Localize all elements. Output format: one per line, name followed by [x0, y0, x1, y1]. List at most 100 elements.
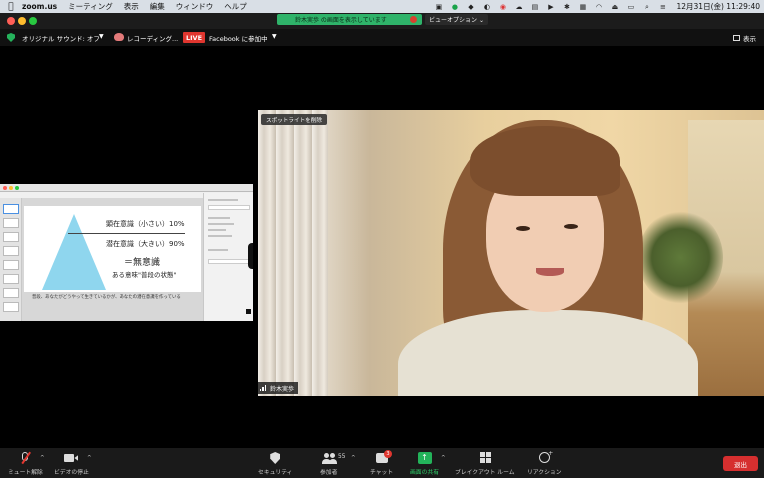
slide-text-subconscious: 潜在意識（大きい）90%	[106, 240, 185, 248]
chat-label: チャット	[370, 470, 394, 476]
panel-line	[208, 235, 232, 237]
slide-thumbnail	[3, 302, 19, 312]
breakout-rooms-button[interactable]: ブレイクアウト ルーム	[455, 452, 515, 476]
menu-meeting[interactable]: ミーティング	[68, 1, 113, 12]
control-center-icon[interactable]: ≡	[658, 3, 667, 11]
original-sound-label[interactable]: オリジナル サウンド: オフ	[22, 33, 100, 43]
shared-zoom-dot	[15, 186, 19, 190]
slide-thumbnail	[3, 246, 19, 256]
panel-field	[208, 259, 250, 264]
share-screen-label: 画面の共有	[410, 470, 439, 476]
audio-options-chevron-icon[interactable]: ^	[40, 455, 45, 461]
meeting-status-bar: オリジナル サウンド: オフ ▼ レコーディング... LIVE Faceboo…	[0, 29, 764, 46]
shared-minimize-dot	[9, 186, 13, 190]
background-plant	[638, 210, 723, 305]
dropbox-icon[interactable]: ◆	[466, 3, 475, 11]
speaker-eye	[516, 226, 530, 231]
green-status-icon[interactable]: ●	[450, 3, 459, 11]
speaker-bangs	[470, 126, 620, 196]
background-curtain	[258, 110, 328, 396]
presentation-slide: 顕在意識（小さい）10% 潜在意識（大きい）90% ＝無意識 ある意味"普段の状…	[24, 206, 201, 292]
menu-help[interactable]: ヘルプ	[224, 1, 247, 12]
menu-window[interactable]: ウィンドウ	[176, 1, 214, 12]
live-stream-label[interactable]: Facebook に参加中	[209, 33, 268, 43]
panel-line	[208, 229, 226, 231]
slide-caption: 普段、あなたがどうやって生きているかが、あなたの潜在意識を作っている	[32, 295, 181, 300]
live-badge[interactable]: LIVE	[183, 32, 205, 43]
fullscreen-window-button[interactable]	[29, 16, 37, 25]
view-options-button[interactable]: ビューオプション ⌄	[425, 14, 488, 25]
cloud-recording-icon[interactable]	[114, 33, 124, 41]
signal-strength-icon	[260, 385, 267, 391]
unmute-button[interactable]: ミュート解除	[8, 451, 43, 476]
slide-thumbnails	[0, 198, 22, 321]
menu-app-zoom[interactable]: zoom.us	[22, 2, 57, 11]
slide-text-unconscious: ＝無意識	[124, 258, 161, 268]
menubar-clock[interactable]: 12月31日(金) 11:29:40	[676, 1, 760, 12]
microphone-muted-icon	[17, 451, 33, 465]
chevron-down-icon[interactable]: ▼	[99, 33, 104, 40]
mic-status-icon[interactable]: ◐	[482, 3, 491, 11]
menu-view[interactable]: 表示	[124, 1, 139, 12]
panel-field	[208, 205, 250, 210]
apple-icon[interactable]: 	[0, 2, 22, 12]
unmute-label: ミュート解除	[8, 470, 43, 476]
slide-thumbnail	[3, 232, 19, 242]
speaker-sweater	[398, 310, 698, 396]
share-banner-text: 鈴木実歩 の画面を表示しています	[295, 17, 387, 24]
slide-thumbnail	[3, 260, 19, 270]
recording-status-icon[interactable]: ◉	[498, 3, 507, 11]
macos-menu-bar:  zoom.us ミーティング 表示 編集 ウィンドウ ヘルプ ▣ ● ◆ ◐…	[0, 0, 764, 13]
status-icons: ▣ ● ◆ ◐ ◉ ☁ ▤ ▶ ✱ ▦ ◠ ⏏ ▭ ⌕ ≡ 12月31日(金) …	[434, 0, 760, 13]
view-layout-icon	[733, 35, 740, 41]
security-button[interactable]: セキュリティ	[258, 452, 292, 476]
panel-line	[208, 223, 234, 225]
play-icon[interactable]: ▶	[546, 3, 555, 11]
box-icon[interactable]: ▦	[578, 3, 587, 11]
panel-line	[208, 199, 238, 201]
meeting-toolbar: ミュート解除 ^ ビデオの停止 ^ セキュリティ 参加者 55 ^ チャット 3…	[0, 448, 764, 478]
slide-thumbnail	[3, 218, 19, 228]
share-screen-button[interactable]: ↑ 画面の共有	[410, 452, 439, 476]
participants-options-chevron-icon[interactable]: ^	[351, 455, 356, 461]
stop-video-button[interactable]: ビデオの停止	[54, 452, 89, 476]
slide-thumbnail	[3, 288, 19, 298]
encryption-shield-icon[interactable]	[7, 33, 15, 42]
reactions-label: リアクション	[527, 470, 562, 476]
speaker-mouth	[536, 268, 564, 276]
security-shield-icon	[267, 452, 283, 465]
speaker-video[interactable]	[258, 110, 764, 396]
video-options-chevron-icon[interactable]: ^	[87, 455, 92, 461]
slide-text-normal-state: ある意味"普段の状態"	[112, 271, 177, 279]
remove-spotlight-button[interactable]: スポットライトを削除	[261, 114, 327, 125]
screen-share-banner: 鈴木実歩 の画面を表示しています	[277, 14, 422, 25]
wifi-icon[interactable]: ◠	[594, 3, 603, 11]
bluetooth-icon[interactable]: ✱	[562, 3, 571, 11]
eject-icon[interactable]: ⏏	[610, 3, 619, 11]
participants-icon	[321, 452, 337, 465]
recording-label[interactable]: レコーディング...	[127, 33, 178, 43]
panel-swatch	[246, 309, 251, 314]
chevron-down-icon[interactable]: ▼	[272, 33, 277, 40]
participants-button[interactable]: 参加者	[320, 452, 337, 476]
participant-name-tag: 鈴木実歩	[258, 382, 299, 394]
menu-edit[interactable]: 編集	[150, 1, 165, 12]
shared-screen[interactable]: 顕在意識（小さい）10% 潜在意識（大きい）90% ＝無意識 ある意味"普段の状…	[0, 184, 253, 321]
close-window-button[interactable]	[7, 16, 15, 25]
leave-meeting-button[interactable]: 退出	[723, 456, 758, 471]
video-camera-icon	[63, 452, 79, 465]
share-options-chevron-icon[interactable]: ^	[441, 455, 446, 461]
minimize-window-button[interactable]	[18, 16, 26, 25]
reaction-emoji-icon: +	[536, 450, 553, 465]
view-toggle-button[interactable]: 表示	[733, 33, 756, 43]
zoom-status-icon[interactable]: ▣	[434, 3, 443, 11]
battery-icon[interactable]: ▭	[626, 3, 635, 11]
spotlight-search-icon[interactable]: ⌕	[642, 3, 651, 11]
cloud-icon[interactable]: ☁	[514, 3, 523, 11]
participants-label: 参加者	[320, 470, 338, 476]
stop-share-icon[interactable]	[410, 16, 417, 23]
breakout-rooms-icon	[477, 452, 493, 465]
clipboard-icon[interactable]: ▤	[530, 3, 539, 11]
reactions-button[interactable]: + リアクション	[527, 450, 562, 476]
panel-line	[208, 249, 228, 251]
